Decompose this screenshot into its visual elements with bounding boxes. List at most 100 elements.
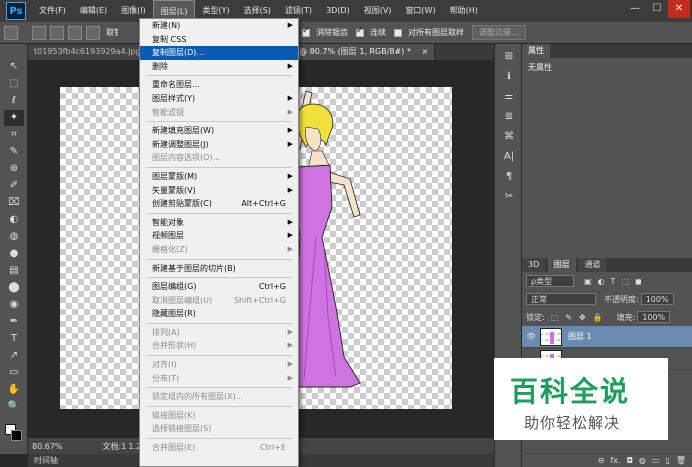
- layer-menu-item[interactable]: 合并形状(H) ▶: [140, 339, 298, 353]
- layer-action-icon-2[interactable]: ◘: [627, 456, 633, 465]
- tool-2-icon[interactable]: ℓ: [4, 93, 24, 109]
- refine-edge-button[interactable]: 调整边缘...: [472, 25, 526, 40]
- contiguous-checkbox[interactable]: [356, 26, 364, 37]
- layer-menu-item[interactable]: 矢量蒙版(V) ▶: [140, 184, 298, 198]
- layer-menu-item[interactable]: 新建调整图层(J) ▶: [140, 138, 298, 152]
- tool-8-icon[interactable]: ⌧: [4, 195, 24, 211]
- visibility-eye-icon[interactable]: 👁: [526, 332, 540, 341]
- new-selection-icon[interactable]: [32, 25, 46, 40]
- layer-action-icon-6[interactable]: 🗑: [676, 456, 686, 465]
- layer-menu-item[interactable]: 创建剪贴蒙版(C) Alt+Ctrl+G: [140, 197, 298, 211]
- tool-16-icon[interactable]: T: [4, 331, 24, 347]
- layer-menu-item[interactable]: 新建(N) ▶: [140, 19, 298, 33]
- filter-kind-icon-0[interactable]: ▣: [584, 277, 592, 286]
- lock-icon-2[interactable]: ✥: [579, 313, 586, 322]
- layer-action-icon-5[interactable]: ▯: [665, 456, 669, 465]
- layer-menu-item[interactable]: 合并图层(E) Ctrl+E: [140, 441, 298, 455]
- layer-menu-item[interactable]: 删除 ▶: [140, 60, 298, 74]
- layer-menu-item[interactable]: 重命名图层...: [140, 78, 298, 92]
- minimize-button[interactable]: —: [624, 0, 646, 18]
- background-color-swatch[interactable]: [11, 430, 22, 441]
- layer-menu-item[interactable]: 智能滤镜 ▶: [140, 106, 298, 120]
- layer-menu-item[interactable]: 隐藏图层(R): [140, 307, 298, 321]
- menu-7[interactable]: 3D(D): [319, 0, 357, 22]
- layer-menu-item[interactable]: 锁定组内的所有图层(X)...: [140, 390, 298, 404]
- layer-menu-item[interactable]: 栅格化(Z) ▶: [140, 243, 298, 257]
- tab-layers[interactable]: 图层: [547, 258, 576, 272]
- tool-12-icon[interactable]: ▤: [4, 263, 24, 279]
- filter-kind-icon-1[interactable]: ◐: [598, 277, 605, 286]
- layer-row-layer-1[interactable]: 👁 图层 1: [522, 326, 692, 348]
- panel-icon-5[interactable]: A|: [501, 150, 517, 164]
- filter-kind-icon-3[interactable]: ⬚: [621, 277, 629, 286]
- tab-properties[interactable]: 属性: [522, 44, 550, 58]
- layer-menu-item[interactable]: 排列(A) ▶: [140, 326, 298, 340]
- subtract-selection-icon[interactable]: [68, 25, 82, 40]
- panel-icon-6[interactable]: ¶: [501, 170, 517, 184]
- menu-1[interactable]: 编辑(E): [73, 0, 114, 22]
- magic-wand-tool-icon[interactable]: [4, 25, 18, 40]
- layer-menu-item[interactable]: 分布(T) ▶: [140, 372, 298, 386]
- layer-menu-item[interactable]: 新建填充图层(W) ▶: [140, 124, 298, 138]
- layer-menu-item[interactable]: 链接图层(K): [140, 409, 298, 423]
- menu-9[interactable]: 窗口(W): [398, 0, 442, 22]
- tab-close-icon[interactable]: ×: [421, 47, 428, 56]
- layer-action-icon-1[interactable]: fx.: [610, 456, 620, 465]
- fill-input[interactable]: 100%: [637, 311, 671, 323]
- menu-10[interactable]: 帮助(H): [443, 0, 485, 22]
- close-button[interactable]: ✕: [668, 0, 690, 18]
- tool-9-icon[interactable]: ◐: [4, 212, 24, 228]
- zoom-level[interactable]: 80.67%: [32, 442, 63, 451]
- tab-document-2[interactable]: .jpg @ 80.7% (图层 1, RGB/8#) * ×: [275, 44, 436, 60]
- panel-icon-2[interactable]: ⚌: [501, 90, 517, 104]
- lock-icon-1[interactable]: ✎: [565, 313, 572, 322]
- tool-6-icon[interactable]: ⊕: [4, 161, 24, 177]
- tool-20-icon[interactable]: 🔍: [4, 399, 24, 415]
- panel-icon-4[interactable]: ⌘: [501, 130, 517, 144]
- layer-menu-item[interactable]: 图层样式(Y) ▶: [140, 92, 298, 106]
- anti-alias-checkbox[interactable]: [302, 26, 310, 37]
- layer-menu-item[interactable]: 智能对象 ▶: [140, 216, 298, 230]
- tool-19-icon[interactable]: ✋: [4, 382, 24, 398]
- layer-action-icon-3[interactable]: ◍: [639, 456, 646, 465]
- layer-menu-item[interactable]: 新建基于图层的切片(B): [140, 262, 298, 276]
- filter-kind-icon-2[interactable]: T: [611, 277, 616, 286]
- tool-17-icon[interactable]: ↗: [4, 348, 24, 364]
- tool-4-icon[interactable]: ⌗: [4, 127, 24, 143]
- add-selection-icon[interactable]: [50, 25, 64, 40]
- panel-icon-0[interactable]: ⊞: [501, 50, 517, 64]
- panel-icon-1[interactable]: ℹ: [501, 70, 517, 84]
- tool-1-icon[interactable]: ⬚: [4, 76, 24, 92]
- panel-icon-7[interactable]: ✂: [501, 190, 517, 204]
- blend-mode-select[interactable]: 正常: [526, 293, 596, 305]
- tool-18-icon[interactable]: ▭: [4, 365, 24, 381]
- tool-11-icon[interactable]: ●: [4, 246, 24, 262]
- lock-icon-0[interactable]: ⬚: [551, 313, 559, 322]
- sample-all-checkbox[interactable]: [394, 28, 402, 37]
- layer-menu-item[interactable]: 取消图层编组(U) Shift+Ctrl+G: [140, 294, 298, 308]
- tool-0-icon[interactable]: ↖: [4, 59, 24, 75]
- tab-3d[interactable]: 3D: [522, 258, 546, 272]
- tool-5-icon[interactable]: ✎: [4, 144, 24, 160]
- tool-7-icon[interactable]: ✐: [4, 178, 24, 194]
- tool-13-icon[interactable]: ⬤: [4, 280, 24, 296]
- layer-menu-item[interactable]: 图层蒙版(M) ▶: [140, 170, 298, 184]
- layer-kind-select[interactable]: ρ类型: [526, 275, 574, 287]
- tab-channels[interactable]: 通道: [578, 258, 607, 272]
- tool-3-icon[interactable]: ✦: [4, 110, 24, 126]
- layer-action-icon-4[interactable]: ▭: [652, 456, 660, 465]
- layer-menu-item[interactable]: 图层编组(G) Ctrl+G: [140, 280, 298, 294]
- panel-icon-3[interactable]: ≣: [501, 110, 517, 124]
- layer-menu-item[interactable]: 复制 CSS: [140, 33, 298, 47]
- lock-icon-3[interactable]: 🔒: [593, 313, 603, 322]
- intersect-selection-icon[interactable]: [86, 25, 100, 40]
- layer-menu-item[interactable]: 选择链接图层(S): [140, 422, 298, 436]
- layer-menu-item[interactable]: 对齐(I) ▶: [140, 358, 298, 372]
- tool-15-icon[interactable]: ✒: [4, 314, 24, 330]
- layer-action-icon-0[interactable]: ⊖: [598, 456, 605, 465]
- opacity-input[interactable]: 100%: [640, 293, 674, 305]
- filter-kind-icon-4[interactable]: ◼: [635, 277, 642, 286]
- layer-menu-item[interactable]: 复制图层(D)...: [140, 46, 298, 60]
- tool-14-icon[interactable]: ◉: [4, 297, 24, 313]
- tool-10-icon[interactable]: ◍: [4, 229, 24, 245]
